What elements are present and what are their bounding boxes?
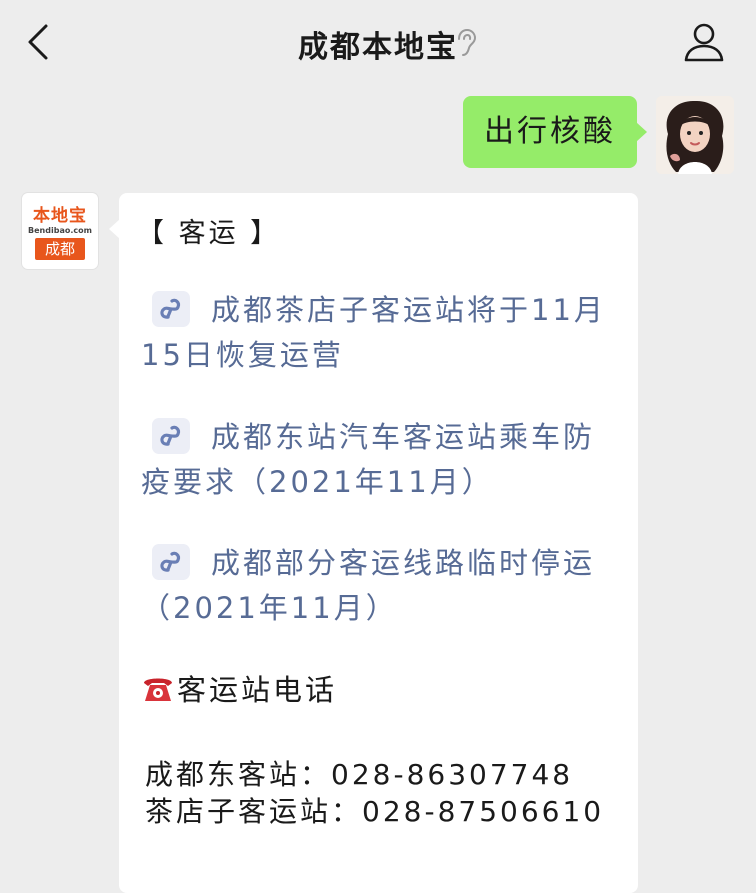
bot-avatar[interactable]: 本地宝 Bendibao.com 成都 (22, 193, 98, 269)
telephone-icon (144, 678, 172, 701)
user-message-text: 出行核酸 (484, 114, 616, 149)
phone-entry: 茶店子客运站：028-87506610 (145, 790, 604, 830)
chat-title: 成都本地宝 (298, 30, 458, 65)
avatar-url-text: Bendibao.com (28, 226, 92, 235)
mini-program-link-icon (152, 291, 190, 327)
phone-number[interactable]: 028-86307748 (331, 758, 573, 791)
phone-label: 成都东客站： (145, 758, 332, 791)
link-item[interactable]: 成都部分客运线路临时停运（2021年11月） (141, 541, 619, 631)
avatar-city-badge: 成都 (35, 238, 85, 260)
phone-entry: 成都东客站：028-86307748 (145, 753, 573, 793)
user-message-bubble[interactable]: 出行核酸 (463, 96, 647, 168)
ear-icon (458, 28, 477, 56)
link-item[interactable]: 成都茶店子客运站将于11月15日恢复运营 (141, 288, 619, 378)
person-icon[interactable] (682, 20, 726, 64)
link-text: 成都部分客运线路临时停运（2021年11月） (141, 546, 596, 625)
link-item[interactable]: 成都东站汽车客运站乘车防疫要求（2021年11月） (141, 415, 619, 505)
bot-message-bubble: 【 客运 】 成都茶店子客运站将于11月15日恢复运营 成都东站汽车客运站乘车防… (109, 193, 638, 893)
chat-header: 成都本地宝 (0, 0, 756, 84)
user-avatar-illustration (656, 96, 734, 174)
link-text: 成都东站汽车客运站乘车防疫要求（2021年11月） (141, 420, 596, 499)
link-text: 成都茶店子客运站将于11月15日恢复运营 (141, 293, 606, 372)
mini-program-link-icon (152, 418, 190, 454)
phone-number[interactable]: 028-87506610 (362, 795, 604, 828)
avatar-brand-text: 本地宝 (33, 206, 87, 226)
phone-section-title: 客运站电话 (177, 673, 338, 707)
phone-label: 茶店子客运站： (145, 795, 363, 828)
phone-section-header: 客运站电话 (141, 667, 337, 709)
user-avatar[interactable] (656, 96, 734, 174)
section-title: 【 客运 】 (137, 218, 281, 249)
mini-program-link-icon (152, 544, 190, 580)
